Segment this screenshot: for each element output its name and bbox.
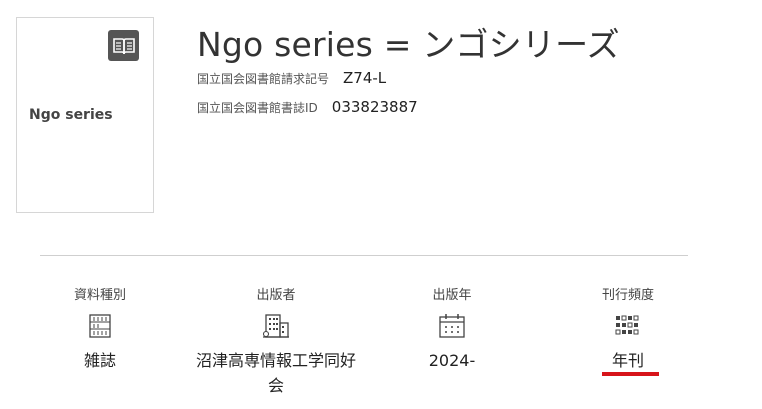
bib-id-row: 国立国会図書館書誌ID 033823887 [197,98,418,116]
book-icon [108,30,139,61]
detail-frequency: 刊行頻度 年刊 [548,284,708,373]
page-title: Ngo series = ンゴシリーズ [197,25,620,64]
call-number-label: 国立国会図書館請求記号 [197,72,330,86]
detail-publisher: 出版者 沼津高専情報工学同好会 [196,284,356,398]
thumbnail-title: Ngo series [29,107,113,123]
detail-label: 刊行頻度 [601,288,654,303]
section-divider [40,255,688,256]
frequency-grid-icon [548,311,708,341]
calendar-icon [372,311,532,341]
detail-label: 出版者 [256,288,296,303]
bib-id-value: 033823887 [331,98,418,116]
detail-value: 2024- [428,351,476,370]
detail-material-type: 資料種別 雑誌 [20,284,180,373]
detail-value: 年刊 [611,351,644,370]
detail-label: 出版年 [432,288,472,303]
call-number-value: Z74-L [343,69,387,87]
library-building-icon [20,311,180,341]
call-number-row: 国立国会図書館請求記号 Z74-L [197,69,386,87]
detail-publication-year: 出版年 2024- [372,284,532,373]
office-building-icon [196,311,356,341]
detail-value: 沼津高専情報工学同好会 [196,351,357,395]
bib-id-label: 国立国会図書館書誌ID [197,101,318,115]
detail-label: 資料種別 [73,288,126,303]
detail-value: 雑誌 [83,351,116,370]
frequency-accent-underline [602,372,659,376]
item-thumbnail[interactable]: Ngo series [16,17,154,213]
